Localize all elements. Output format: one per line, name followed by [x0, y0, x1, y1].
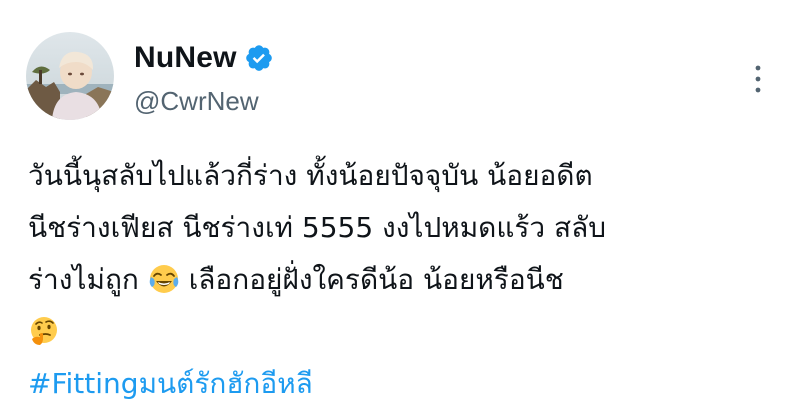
tweet-text: วันนี้นุสลับไปแล้วกี่ร่าง ทั้งน้อยปัจจุบ… [28, 150, 778, 410]
face-with-tears-of-joy-emoji [148, 260, 180, 293]
tweet-line: ร่างไม่ถูก เลือกอยู่ฝั่งใครดีน้อ น้อยหรื… [28, 254, 778, 306]
hashtag[interactable]: #Fittingมนต์รักฮักอีหลี [28, 367, 313, 400]
tweet-line: วันนี้นุสลับไปแล้วกี่ร่าง ทั้งน้อยปัจจุบ… [28, 159, 593, 192]
tweet-card: NuNew @CwrNew วันนี้นุสลับไปแล้วกี่ร่าง … [0, 0, 800, 413]
thinking-face-emoji [28, 312, 60, 345]
author-name-row[interactable]: NuNew [134, 38, 274, 78]
author-handle[interactable]: @CwrNew [134, 86, 259, 117]
tweet-line: นีชร่างเฟียส นีชร่างเท่ 5555 งงไปหมดแร้ว… [28, 211, 607, 244]
tweet-line-part: เลือกอยู่ฝั่งใครดีน้อ น้อยหรือนีช [188, 263, 564, 296]
hashtag-link[interactable]: #Fittingมนต์รักฮักอีหลี [28, 358, 778, 410]
tweet-line-part: ร่างไม่ถูก [28, 263, 139, 296]
tweet-line [28, 306, 778, 358]
more-options-icon[interactable] [748, 62, 768, 96]
avatar[interactable] [26, 32, 114, 120]
verified-badge-icon [244, 43, 274, 73]
display-name[interactable]: NuNew [134, 41, 237, 75]
